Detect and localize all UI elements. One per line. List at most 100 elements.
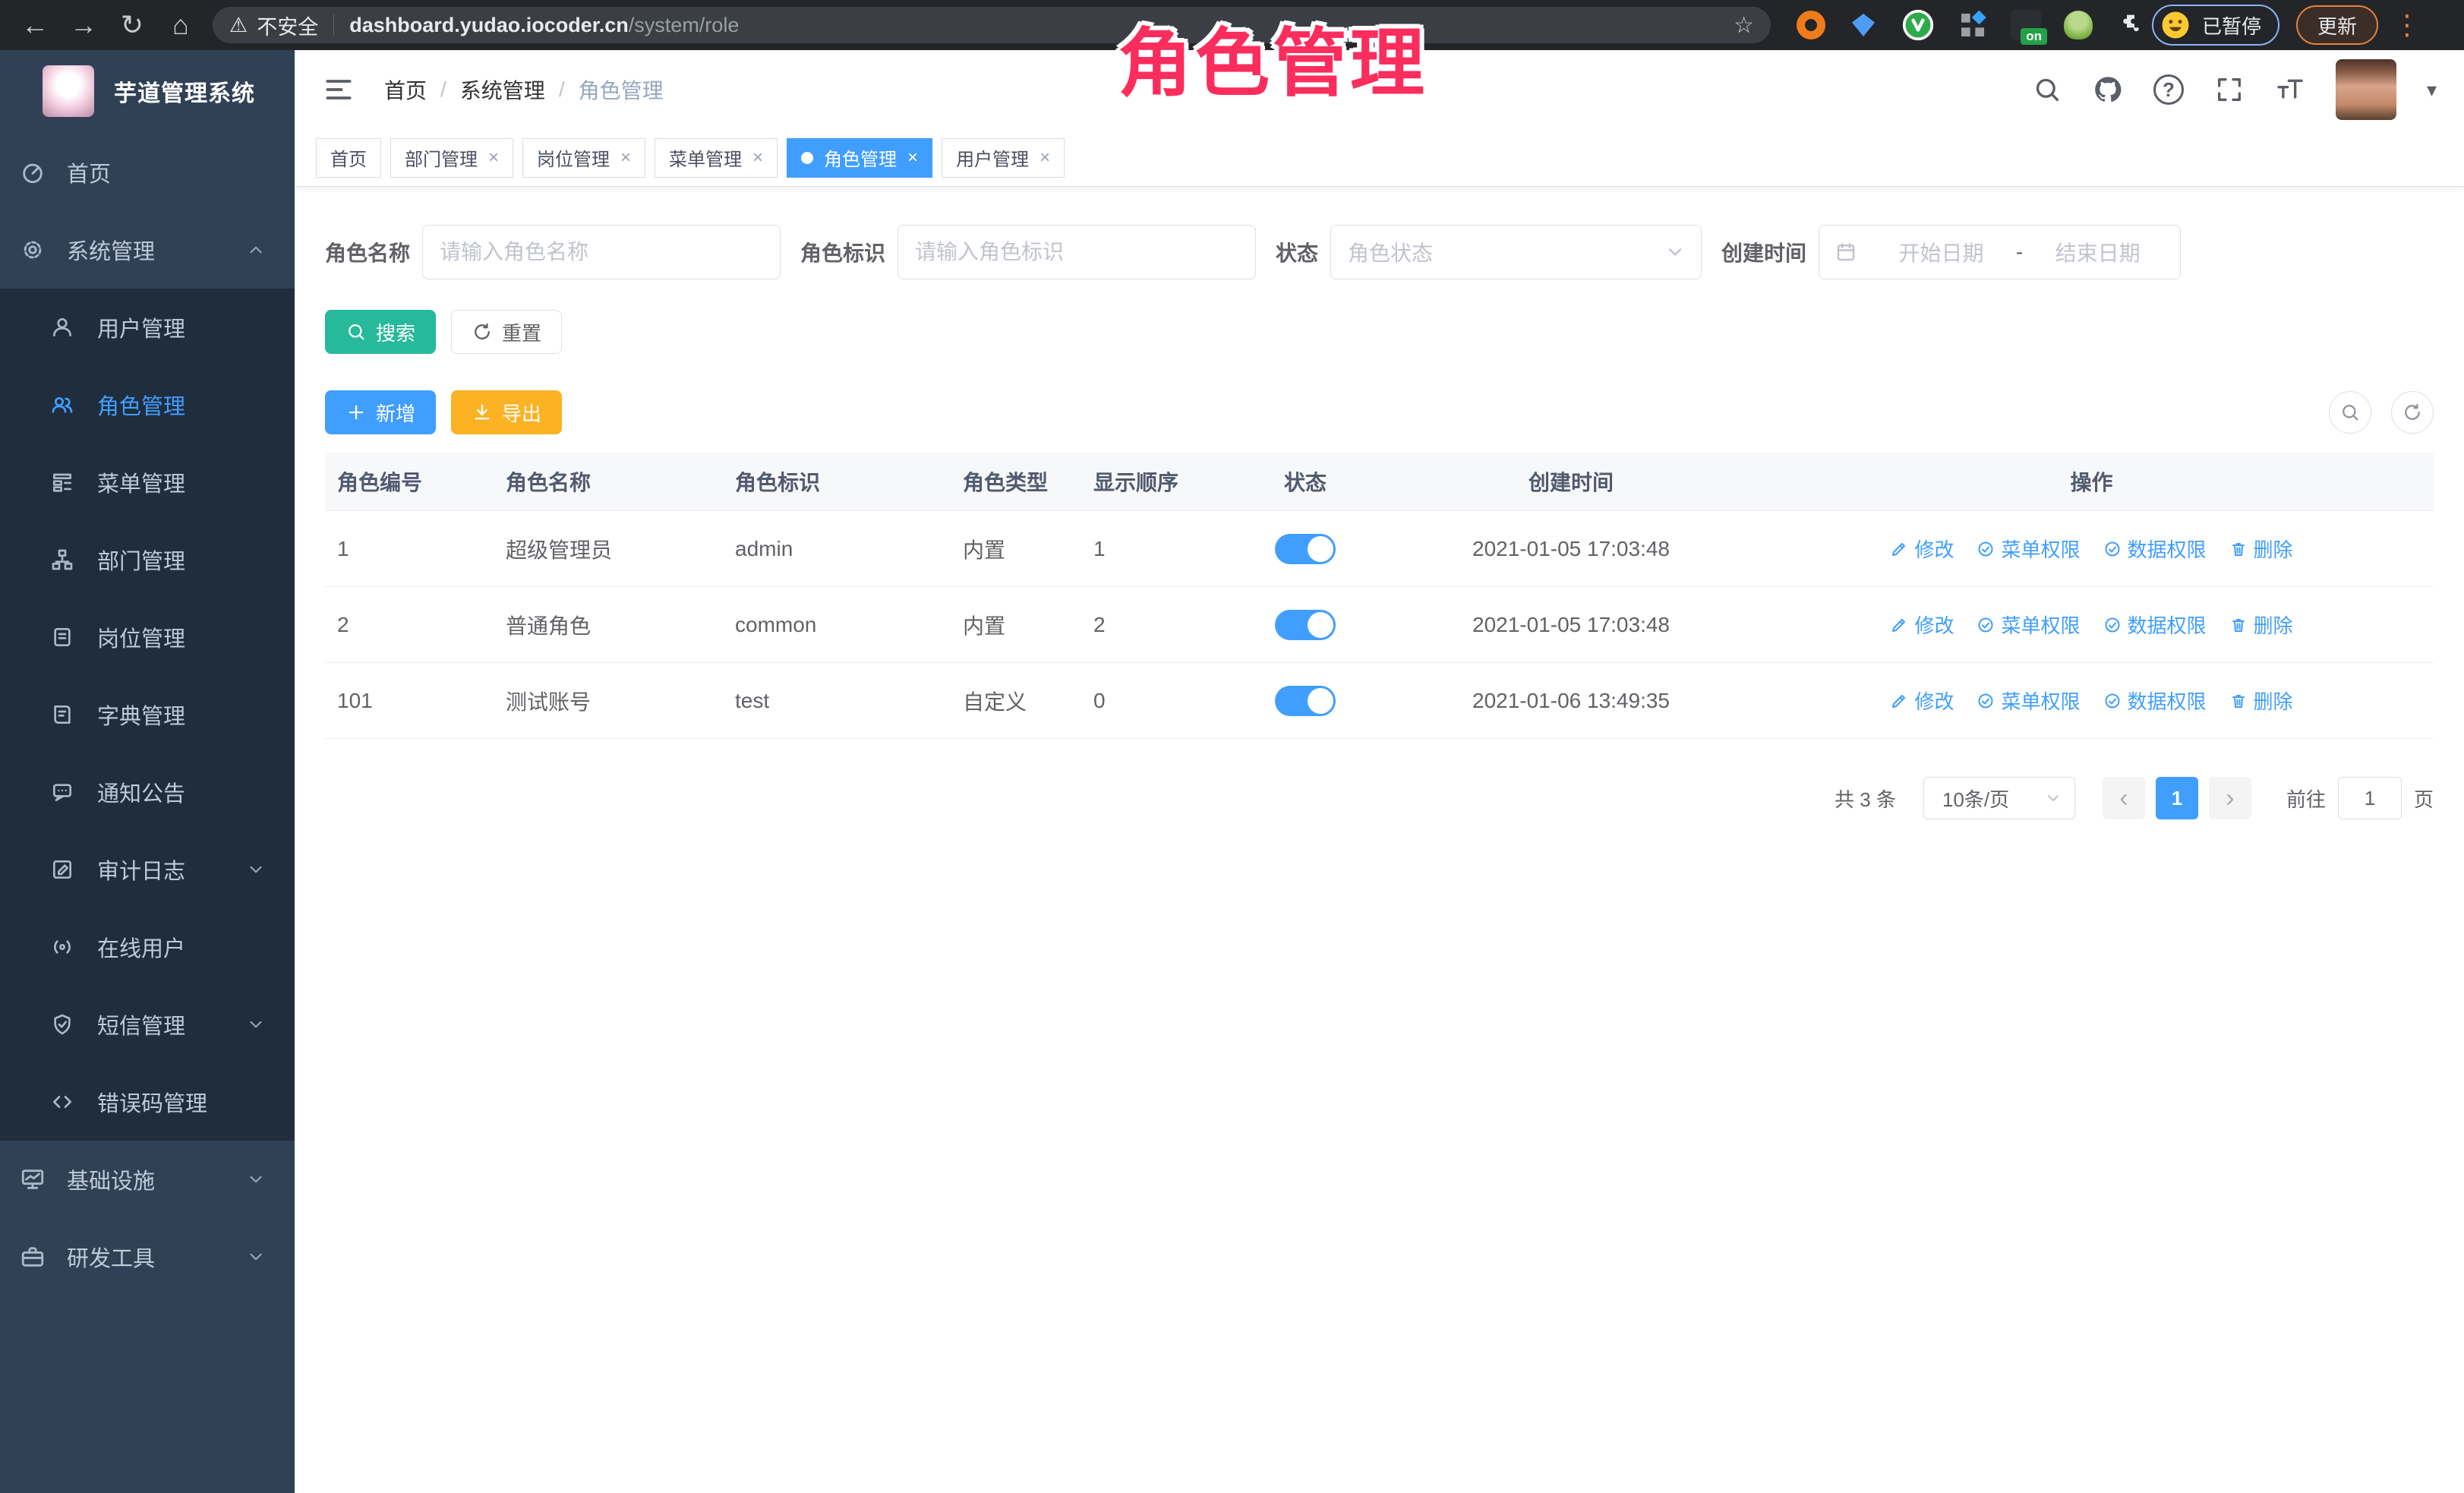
export-button[interactable]: 导出 [451,390,562,434]
extension-icon-blue-gem[interactable] [1848,10,1879,40]
tab-menus[interactable]: 菜单管理 × [655,138,778,178]
tab-home[interactable]: 首页 [316,138,381,178]
table-row: 2 普通角色 common 内置 2 2021-01-05 17:03:48 修… [325,587,2434,663]
briefcase-icon [20,1244,46,1270]
data-permission-action[interactable]: 数据权限 [2103,611,2207,639]
sidebar-item-system[interactable]: 系统管理 [0,211,295,289]
sidebar-item-departments[interactable]: 部门管理 [0,521,295,598]
next-page-button[interactable]: › [2209,777,2251,819]
current-page-button[interactable]: 1 [2156,777,2198,819]
breadcrumb-section[interactable]: 系统管理 [460,74,545,105]
delete-action[interactable]: 删除 [2229,687,2293,715]
delete-action[interactable]: 删除 [2229,535,2293,563]
font-size-icon[interactable] [2275,74,2305,105]
browser-forward-icon[interactable]: → [59,4,108,46]
sidebar-item-roles[interactable]: 角色管理 [0,366,295,443]
sidebar-item-error-codes[interactable]: 错误码管理 [0,1063,295,1141]
page-size-select[interactable]: 10条/页 [1923,777,2075,819]
total-count: 共 3 条 [1835,784,1896,813]
sidebar-item-dev-tools[interactable]: 研发工具 [0,1218,295,1296]
sidebar-item-infrastructure[interactable]: 基础设施 [0,1141,295,1218]
refresh-table-button[interactable] [2391,391,2434,434]
breadcrumb-home[interactable]: 首页 [384,74,427,105]
role-name-input[interactable] [422,225,781,279]
plus-icon [345,402,367,423]
browser-menu-kebab-icon[interactable]: ⋮ [2393,11,2421,39]
role-id: 2 [325,587,494,662]
fullscreen-icon[interactable] [2214,74,2245,105]
delete-action[interactable]: 删除 [2229,611,2293,639]
role-sort: 1 [1081,511,1218,586]
close-icon[interactable]: × [620,147,631,169]
extension-icon-grid[interactable] [1958,10,1988,40]
toggle-search-button[interactable] [2329,391,2371,434]
tab-departments[interactable]: 部门管理 × [390,138,513,178]
bookmark-star-icon[interactable]: ☆ [1734,12,1754,39]
date-range-picker[interactable]: 开始日期 - 结束日期 [1819,225,2181,279]
status-toggle[interactable] [1275,610,1336,640]
reset-button[interactable]: 重置 [451,310,562,354]
data-permission-action[interactable]: 数据权限 [2103,535,2207,563]
edit-action[interactable]: 修改 [1890,687,1954,715]
extensions-puzzle-icon[interactable] [2115,10,2146,40]
extension-icon-dark-on[interactable]: on [2011,10,2041,40]
security-label[interactable]: 不安全 [257,11,318,40]
profile-paused-badge[interactable]: 已暂停 [2152,5,2279,46]
add-button[interactable]: 新增 [325,390,436,434]
edit-action[interactable]: 修改 [1890,611,1954,639]
browser-update-button[interactable]: 更新 [2296,5,2378,45]
address-bar[interactable]: ⚠ 不安全 dashboard.yudao.iocoder.cn/system/… [213,7,1771,43]
app-logo[interactable]: 芋道管理系统 [0,50,295,134]
data-permission-action[interactable]: 数据权限 [2103,687,2207,715]
prev-page-button[interactable]: ‹ [2103,777,2145,819]
close-icon[interactable]: × [488,147,499,169]
extension-icon-green-v[interactable] [1901,8,1935,42]
table-toolbar: 新增 导出 [325,390,2434,434]
search-icon[interactable] [2032,74,2062,105]
status-select[interactable]: 角色状态 [1330,225,1702,279]
page-size-value: 10条/页 [1942,784,2009,813]
sidebar-item-dict[interactable]: 字典管理 [0,676,295,753]
github-icon[interactable] [2093,74,2123,105]
browser-reload-icon[interactable]: ↻ [108,4,156,46]
goto-page-input[interactable] [2338,777,2402,819]
sidebar-item-posts[interactable]: 岗位管理 [0,598,295,676]
close-icon[interactable]: × [907,147,918,169]
sidebar-item-online-users[interactable]: 在线用户 [0,908,295,986]
menu-permission-action[interactable]: 菜单权限 [1977,687,2080,715]
tags-view-bar: 首页 部门管理 × 岗位管理 × 菜单管理 × 角色管理 × 用户管理 × [295,129,2464,187]
hamburger-icon[interactable] [322,73,355,106]
search-button[interactable]: 搜索 [325,310,436,354]
user-avatar[interactable] [2336,59,2396,120]
menu-permission-action[interactable]: 菜单权限 [1977,535,2080,563]
check-circle-icon [2103,616,2122,634]
edit-action[interactable]: 修改 [1890,535,1954,563]
menu-permission-action[interactable]: 菜单权限 [1977,611,2080,639]
browser-home-icon[interactable]: ⌂ [156,4,205,46]
avatar-caret-down-icon[interactable]: ▾ [2427,78,2437,102]
badge-icon [50,625,74,649]
close-icon[interactable]: × [1040,147,1050,169]
sidebar-item-users[interactable]: 用户管理 [0,289,295,366]
sidebar-item-menus[interactable]: 菜单管理 [0,443,295,521]
tab-posts[interactable]: 岗位管理 × [522,138,645,178]
sidebar-item-sms[interactable]: 短信管理 [0,986,295,1063]
sidebar-item-home[interactable]: 首页 [0,134,295,211]
help-icon[interactable]: ? [2153,74,2184,105]
goto-label: 前往 [2286,784,2326,813]
extension-icon-green-creature[interactable] [2064,11,2093,39]
extension-icon-orange-ring[interactable] [1797,11,1825,39]
tab-roles[interactable]: 角色管理 × [787,138,932,178]
chevron-down-icon [1664,241,1686,263]
tab-users[interactable]: 用户管理 × [942,138,1065,178]
status-toggle[interactable] [1275,534,1336,564]
sidebar-item-notice[interactable]: 通知公告 [0,753,295,831]
status-toggle[interactable] [1275,686,1336,716]
row-actions: 修改 菜单权限 数据权限 删除 [1749,587,2434,662]
search-button-label: 搜索 [376,318,415,346]
close-icon[interactable]: × [752,147,763,169]
sidebar-item-audit-log[interactable]: 审计日志 [0,831,295,908]
browser-back-icon[interactable]: ← [11,4,59,46]
role-key-input[interactable] [898,225,1256,279]
pencil-icon [1890,616,1908,634]
